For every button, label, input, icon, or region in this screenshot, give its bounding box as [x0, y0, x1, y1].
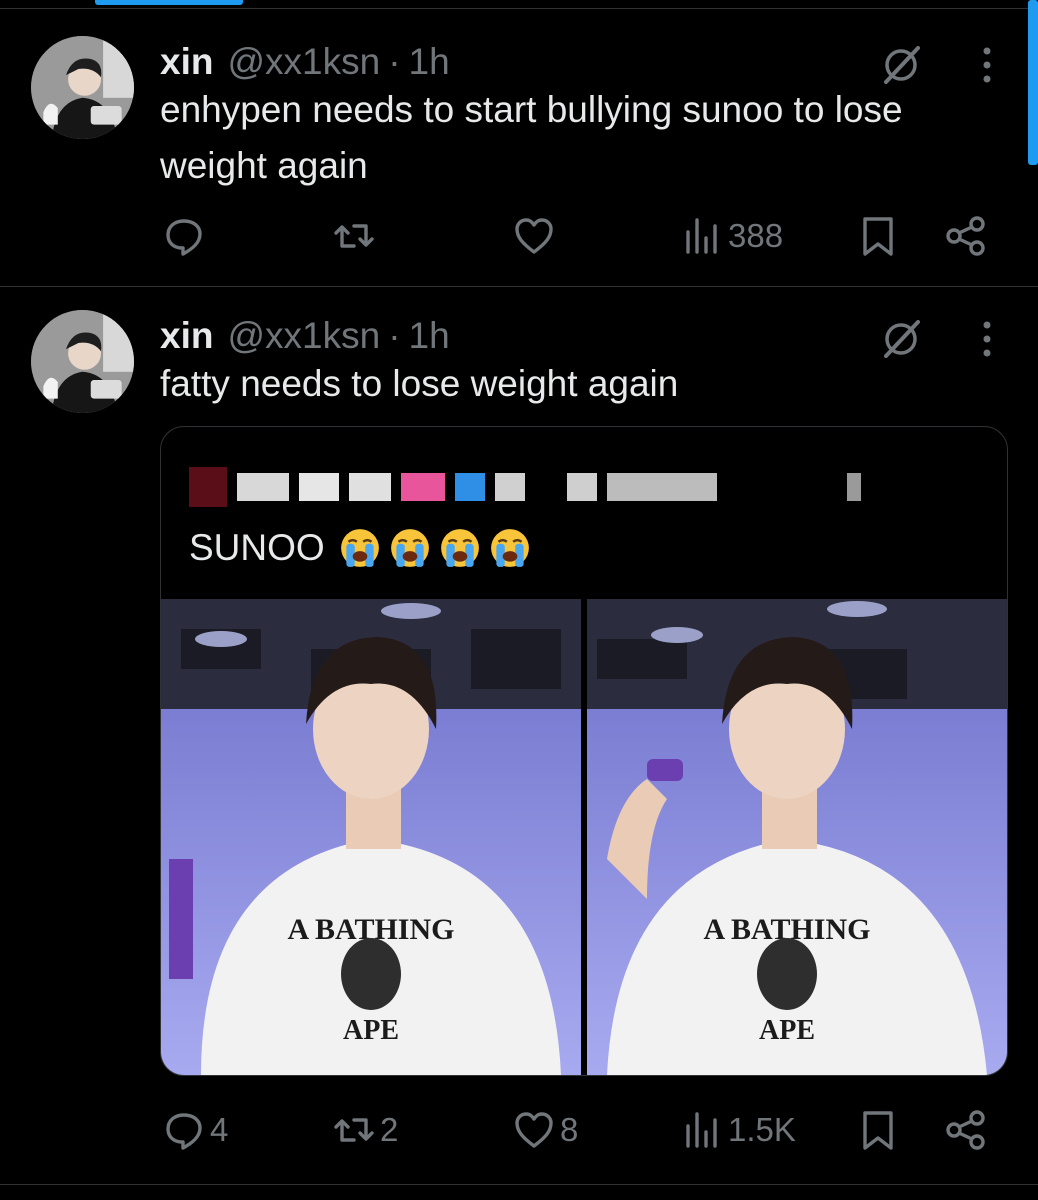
separator: ·: [388, 315, 401, 356]
display-name[interactable]: xin: [160, 41, 213, 83]
user-handle[interactable]: @xx1ksn: [227, 315, 380, 357]
bookmark-button[interactable]: [856, 1102, 900, 1158]
avatar[interactable]: [31, 310, 134, 413]
tweet-divider: [0, 1184, 1038, 1185]
tweet-text: enhypen needs to start bullying sunoo to…: [160, 89, 903, 186]
repost-icon: [334, 1118, 374, 1142]
user-handle[interactable]: @xx1ksn: [227, 41, 380, 83]
tweet-header: xin @xx1ksn · 1h: [160, 310, 450, 362]
avatar[interactable]: [31, 36, 134, 139]
quoted-media: A BATHING APE A BATHING APE: [161, 599, 1007, 1075]
repost-count: 2: [380, 1111, 399, 1148]
shirt-text-bottom: APE: [343, 1015, 399, 1046]
quoted-tweet-text: SUNOO: [189, 527, 531, 569]
share-icon: [946, 1110, 985, 1150]
quoted-tweet[interactable]: SUNOO A BATHING APE A BATHING APE: [160, 426, 1008, 1076]
display-name[interactable]: xin: [160, 315, 213, 357]
views-count: 388: [728, 217, 784, 254]
like-button[interactable]: 8: [512, 1102, 578, 1158]
repost-icon: [334, 224, 374, 248]
tweet-actions: 388: [160, 208, 1000, 264]
reply-button[interactable]: [162, 208, 206, 264]
bookmark-button[interactable]: [856, 208, 900, 264]
grok-icon[interactable]: [878, 42, 924, 88]
heart-icon: [515, 218, 553, 254]
timestamp[interactable]: 1h: [409, 41, 450, 83]
loudly-crying-face-icon: [490, 529, 529, 567]
shirt-text-bottom: APE: [759, 1015, 815, 1046]
reply-icon: [166, 219, 202, 256]
share-button[interactable]: [944, 1102, 988, 1158]
separator: ·: [388, 41, 401, 82]
tweet[interactable]: xin @xx1ksn · 1h fatty needs to lose wei…: [0, 288, 1038, 1184]
loudly-crying-face-icon: [390, 529, 429, 567]
more-options-icon[interactable]: [964, 42, 1010, 88]
loudly-crying-face-icon: [340, 529, 379, 567]
bookmark-icon: [863, 1111, 893, 1150]
heart-icon: [515, 1112, 553, 1148]
media-image-1[interactable]: A BATHING APE: [161, 599, 581, 1075]
tweet[interactable]: xin @xx1ksn · 1h enhypen needs to start …: [0, 14, 1038, 286]
media-image-2[interactable]: A BATHING APE: [587, 599, 1007, 1075]
tweet-text: fatty needs to lose weight again: [160, 363, 679, 404]
active-tab-indicator: [95, 0, 243, 5]
loudly-crying-face-icon: [440, 529, 479, 567]
bookmark-icon: [863, 217, 893, 256]
like-button[interactable]: [512, 208, 556, 264]
tweet-actions: 4 2 8 1.5K: [160, 1102, 1000, 1158]
repost-button[interactable]: [332, 208, 376, 264]
views-button[interactable]: 388: [680, 208, 783, 264]
quoted-text: SUNOO: [189, 527, 325, 568]
timestamp[interactable]: 1h: [409, 315, 450, 357]
views-button[interactable]: 1.5K: [680, 1102, 796, 1158]
reply-count: 4: [210, 1111, 229, 1148]
like-count: 8: [560, 1111, 579, 1148]
more-options-icon[interactable]: [964, 316, 1010, 362]
repost-button[interactable]: 2: [332, 1102, 398, 1158]
share-button[interactable]: [944, 208, 988, 264]
tweet-divider: [0, 286, 1038, 287]
top-divider: [0, 8, 1038, 9]
views-count: 1.5K: [728, 1111, 796, 1148]
quoted-author-censored: [189, 467, 871, 507]
views-icon: [686, 1112, 717, 1148]
grok-icon[interactable]: [878, 316, 924, 362]
reply-icon: [166, 1113, 202, 1150]
share-icon: [946, 216, 985, 256]
tweet-header: xin @xx1ksn · 1h: [160, 36, 450, 88]
reply-button[interactable]: 4: [162, 1102, 228, 1158]
views-icon: [686, 218, 717, 254]
